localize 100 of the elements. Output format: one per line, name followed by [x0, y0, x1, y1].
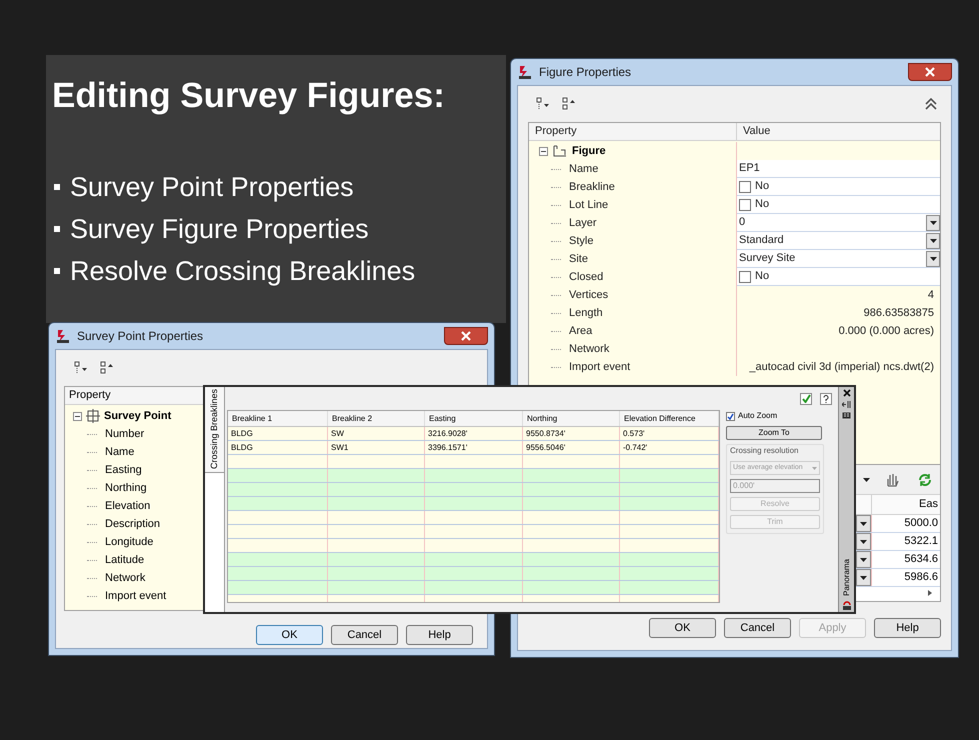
table-cell: BLDG — [228, 441, 328, 454]
dialog-button[interactable]: OK — [649, 618, 716, 638]
caret-down-icon — [860, 558, 867, 562]
collapse-chevron-icon — [925, 98, 937, 110]
bullet-text: Survey Point Properties — [70, 172, 354, 202]
caret-down-icon — [860, 522, 867, 526]
dialog-button[interactable]: Help — [874, 618, 941, 638]
bullet-text: Resolve Crossing Breaklines — [70, 256, 416, 286]
property-label: Network — [569, 342, 610, 357]
property-label: Import event — [569, 360, 630, 375]
close-icon — [461, 331, 471, 341]
bullet-mark — [54, 268, 60, 274]
property-label: Network — [105, 570, 146, 586]
column-header[interactable]: Property — [529, 123, 737, 140]
caret-down-icon — [930, 256, 936, 260]
sort-view-icon — [562, 97, 576, 111]
help-button[interactable] — [820, 392, 832, 404]
group-label: Survey Point — [104, 408, 172, 424]
table-cell: 3396.1571' — [425, 441, 523, 454]
property-label: Description — [105, 516, 160, 532]
dropdown-field[interactable]: Survey Site — [739, 250, 940, 267]
property-label: Breakline — [569, 180, 615, 195]
property-label: Lot Line — [569, 198, 608, 213]
column-header[interactable]: Value — [737, 123, 940, 140]
column-header[interactable]: Property — [65, 387, 125, 404]
table-cell: 9550.8734' — [523, 427, 620, 440]
check-icon — [727, 412, 734, 420]
property-value: 4 — [928, 288, 934, 303]
dialog-button[interactable]: Cancel — [331, 625, 398, 645]
collapse-icon[interactable] — [73, 412, 82, 420]
column-header[interactable]: Northing — [523, 411, 620, 426]
column-header[interactable]: Easting — [425, 411, 523, 426]
scroll-right-icon — [928, 590, 932, 596]
sort-view-icon — [100, 361, 114, 375]
property-label: Easting — [105, 462, 142, 478]
checkbox-label: Auto Zoom — [738, 410, 778, 422]
caret-down-icon — [860, 540, 867, 544]
table-cell: SW — [328, 427, 425, 440]
dropdown-field[interactable]: 0 — [739, 214, 940, 231]
help-icon — [823, 394, 829, 402]
slide-title: Editing Survey Figures: — [52, 75, 445, 117]
dialog-button[interactable]: OK — [256, 625, 323, 645]
bullet-mark — [54, 226, 60, 232]
property-label: Area — [569, 324, 592, 339]
checkbox-label: No — [755, 269, 770, 284]
zoom-to-button[interactable]: Zoom To — [726, 426, 822, 440]
property-value: _autocad civil 3d (imperial) ncs.dwt(2) — [749, 360, 934, 375]
dropdown-arrow-button[interactable] — [856, 551, 871, 568]
caret-down-icon — [863, 478, 870, 482]
close-button[interactable] — [444, 327, 488, 345]
caret-down-icon — [930, 238, 936, 242]
dropdown-arrow-button[interactable] — [856, 533, 871, 550]
property-label: Elevation — [105, 498, 150, 514]
property-label: Style — [569, 234, 594, 249]
checkbox[interactable] — [739, 198, 751, 210]
property-label: Longitude — [105, 534, 154, 550]
categorized-view-icon — [536, 97, 550, 111]
dropdown-arrow-button[interactable] — [926, 250, 940, 266]
property-label: Length — [569, 306, 603, 321]
auto-hide-icon — [842, 401, 851, 408]
column-header[interactable]: Eas — [872, 495, 940, 514]
checkbox[interactable] — [739, 180, 751, 192]
group-label: Figure — [572, 144, 606, 159]
dropdown-value: Standard — [739, 233, 785, 248]
dropdown-field[interactable]: Standard — [739, 232, 940, 249]
table-cell: BLDG — [228, 427, 328, 440]
dialog-button[interactable]: Cancel — [724, 618, 791, 638]
property-label: Number — [105, 426, 144, 442]
close-icon — [842, 389, 850, 397]
dropdown-arrow-button[interactable] — [856, 569, 871, 586]
property-label: Name — [105, 444, 134, 460]
property-value: 986.63583875 — [864, 306, 934, 321]
apply-button[interactable] — [800, 392, 812, 404]
property-label: Import event — [105, 588, 166, 604]
dropdown-arrow-button[interactable] — [856, 515, 871, 532]
dropdown-value: Survey Site — [739, 251, 796, 266]
property-value: 0.000 (0.000 acres) — [838, 324, 934, 339]
caret-down-icon — [860, 576, 867, 580]
table-cell: -0.742' — [620, 441, 719, 454]
dropdown-value: 0 — [739, 215, 746, 230]
table-cell-text: 5322.1 — [903, 534, 939, 550]
column-header[interactable]: Breakline 1 — [228, 411, 328, 426]
dropdown-arrow-button[interactable] — [926, 214, 940, 230]
column-header[interactable]: Breakline 2 — [328, 411, 425, 426]
properties-icon — [842, 412, 851, 419]
dialog-button[interactable]: Help — [406, 625, 473, 645]
collapse-icon[interactable] — [539, 146, 548, 156]
property-label: Latitude — [105, 552, 144, 568]
checkbox-label: No — [755, 179, 770, 194]
checkbox[interactable] — [739, 270, 751, 282]
table-cell: 3216.9028' — [425, 427, 523, 440]
checkbox[interactable] — [726, 412, 735, 420]
close-button[interactable] — [908, 63, 952, 81]
panel-tab[interactable]: Crossing Breaklines — [205, 387, 225, 473]
property-value[interactable]: EP1 — [739, 160, 760, 177]
table-cell: SW1 — [328, 441, 425, 454]
survey-point-icon — [86, 409, 100, 423]
column-header[interactable]: Elevation Difference — [620, 411, 719, 426]
table-cell: 0.573' — [620, 427, 719, 440]
dropdown-arrow-button[interactable] — [926, 232, 940, 248]
